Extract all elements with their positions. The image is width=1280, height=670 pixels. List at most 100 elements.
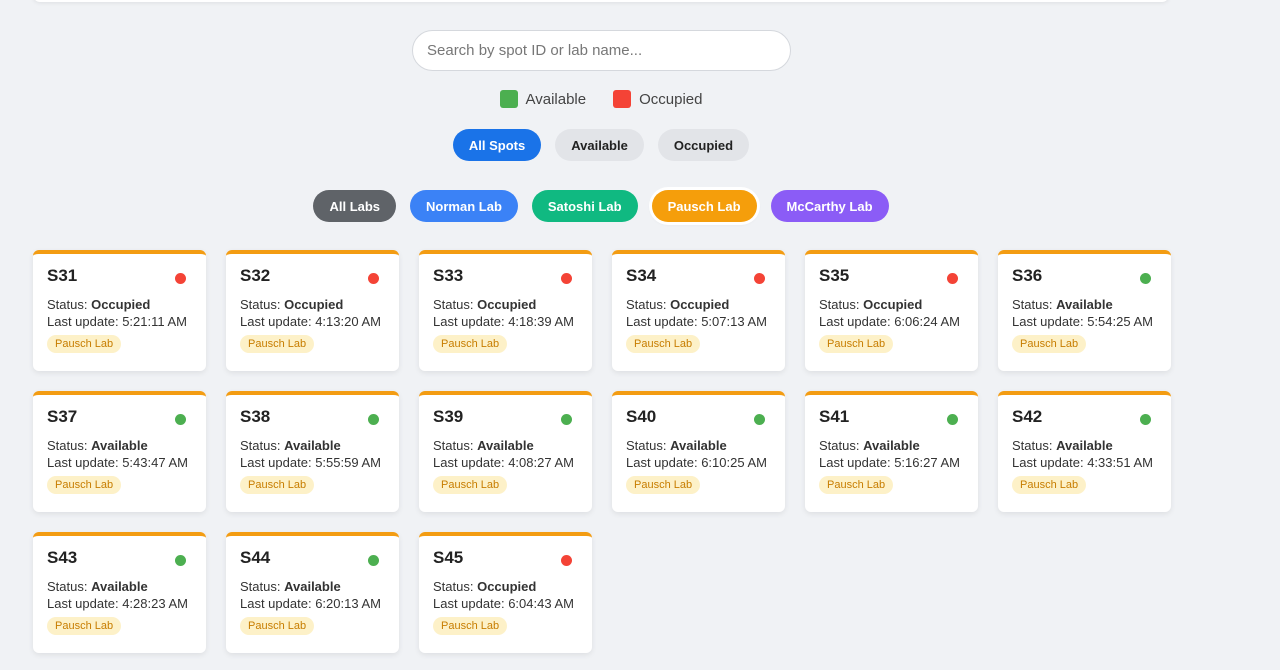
status-label: Status: — [433, 438, 474, 453]
spot-card[interactable]: S36 Status: Available Last update: 5:54:25… — [998, 250, 1171, 371]
spot-id: S44 — [240, 548, 271, 567]
filter-available[interactable]: Available — [555, 129, 644, 161]
filter-all-spots[interactable]: All Spots — [452, 129, 542, 161]
legend-available-label: Available — [525, 90, 587, 108]
spot-id: S41 — [819, 407, 850, 426]
last-update-value: 5:07:13 AM — [701, 314, 767, 329]
spot-id: S45 — [433, 548, 464, 567]
spot-last-update-line: Last update: 5:16:27 AM — [819, 455, 964, 470]
spot-status-line: Status: Available — [433, 438, 578, 453]
spot-card[interactable]: S41 Status: Available Last update: 5:16:27… — [805, 391, 978, 512]
status-value: Occupied — [670, 297, 730, 312]
status-value: Available — [284, 579, 341, 594]
spot-card[interactable]: S32 Status: Occupied Last update: 4:13:20 … — [226, 250, 399, 371]
status-label: Status: — [1012, 438, 1053, 453]
spot-card[interactable]: S31 Status: Occupied Last update: 5:21:11 … — [33, 250, 206, 371]
spot-status-line: Status: Available — [626, 438, 771, 453]
lab-badge: Pausch Lab — [819, 335, 894, 353]
status-dot-icon — [947, 414, 958, 425]
spot-last-update-line: Last update: 4:33:51 AM — [1012, 455, 1157, 470]
legend-occupied: Occupied — [613, 90, 702, 108]
status-value: Available — [670, 438, 727, 453]
spot-id: S40 — [626, 407, 657, 426]
lab-filter-satoshi[interactable]: Satoshi Lab — [531, 190, 638, 222]
last-update-value: 4:08:27 AM — [508, 455, 574, 470]
lab-filter-pausch[interactable]: Pausch Lab — [651, 190, 757, 222]
spot-status-line: Status: Available — [1012, 297, 1157, 312]
lab-filter-norman[interactable]: Norman Lab — [410, 190, 518, 222]
spot-card[interactable]: S40 Status: Available Last update: 6:10:25… — [612, 391, 785, 512]
legend-occupied-label: Occupied — [639, 90, 703, 108]
legend-occupied-swatch — [613, 90, 632, 108]
status-value: Occupied — [477, 297, 537, 312]
status-dot-icon — [368, 555, 379, 566]
lab-badge: Pausch Lab — [433, 335, 508, 353]
status-label: Status: — [819, 438, 860, 453]
spot-last-update-line: Last update: 4:13:20 AM — [240, 314, 385, 329]
spot-card[interactable]: S42 Status: Available Last update: 4:33:51… — [998, 391, 1171, 512]
spot-status-line: Status: Occupied — [433, 579, 578, 594]
last-update-label: Last update: — [626, 314, 698, 329]
status-filter-bar: All Spots Available Occupied — [0, 129, 1202, 161]
status-dot-icon — [561, 414, 572, 425]
last-update-label: Last update: — [433, 596, 505, 611]
status-dot-icon — [754, 414, 765, 425]
spot-last-update-line: Last update: 6:04:43 AM — [433, 596, 578, 611]
spot-status-line: Status: Available — [1012, 438, 1157, 453]
last-update-label: Last update: — [433, 314, 505, 329]
lab-filter-mccarthy[interactable]: McCarthy Lab — [770, 190, 889, 222]
status-label: Status: — [47, 579, 88, 594]
spot-status-line: Status: Occupied — [240, 297, 385, 312]
last-update-label: Last update: — [626, 455, 698, 470]
spot-card[interactable]: S37 Status: Available Last update: 5:43:47… — [33, 391, 206, 512]
spot-card[interactable]: S44 Status: Available Last update: 6:20:13… — [226, 532, 399, 653]
status-value: Available — [91, 579, 148, 594]
status-label: Status: — [240, 579, 281, 594]
spot-card[interactable]: S34 Status: Occupied Last update: 5:07:13 … — [612, 250, 785, 371]
spot-id: S32 — [240, 266, 271, 285]
status-value: Available — [91, 438, 148, 453]
status-dot-icon — [754, 273, 765, 284]
status-label: Status: — [47, 438, 88, 453]
status-value: Occupied — [284, 297, 344, 312]
spot-last-update-line: Last update: 5:43:47 AM — [47, 455, 192, 470]
lab-filter-all[interactable]: All Labs — [313, 190, 397, 222]
spot-card[interactable]: S38 Status: Available Last update: 5:55:59… — [226, 391, 399, 512]
spot-status-line: Status: Occupied — [626, 297, 771, 312]
lab-badge: Pausch Lab — [47, 617, 122, 635]
spot-card[interactable]: S39 Status: Available Last update: 4:08:27… — [419, 391, 592, 512]
last-update-label: Last update: — [240, 314, 312, 329]
search-input[interactable] — [412, 30, 791, 71]
status-dot-icon — [561, 555, 572, 566]
spot-card[interactable]: S33 Status: Occupied Last update: 4:18:39 … — [419, 250, 592, 371]
status-label: Status: — [240, 297, 281, 312]
spot-id: S31 — [47, 266, 78, 285]
spot-status-line: Status: Available — [819, 438, 964, 453]
spot-card[interactable]: S43 Status: Available Last update: 4:28:23… — [33, 532, 206, 653]
status-value: Available — [1056, 438, 1113, 453]
status-value: Available — [1056, 297, 1113, 312]
spot-card[interactable]: S35 Status: Occupied Last update: 6:06:24 … — [805, 250, 978, 371]
lab-badge: Pausch Lab — [240, 617, 315, 635]
lab-badge: Pausch Lab — [626, 476, 701, 494]
lab-badge: Pausch Lab — [47, 476, 122, 494]
status-dot-icon — [175, 273, 186, 284]
spot-id: S36 — [1012, 266, 1043, 285]
spot-id: S35 — [819, 266, 850, 285]
filter-occupied[interactable]: Occupied — [657, 129, 750, 161]
spot-id: S33 — [433, 266, 464, 285]
status-dot-icon — [175, 555, 186, 566]
lab-badge: Pausch Lab — [433, 617, 508, 635]
spot-last-update-line: Last update: 4:08:27 AM — [433, 455, 578, 470]
spot-id: S42 — [1012, 407, 1043, 426]
last-update-value: 5:16:27 AM — [894, 455, 960, 470]
spot-id: S34 — [626, 266, 657, 285]
status-label: Status: — [433, 579, 474, 594]
status-dot-icon — [1140, 414, 1151, 425]
status-value: Occupied — [477, 579, 537, 594]
spot-id: S39 — [433, 407, 464, 426]
lab-badge: Pausch Lab — [1012, 335, 1087, 353]
last-update-value: 5:43:47 AM — [122, 455, 188, 470]
last-update-value: 5:21:11 AM — [122, 314, 187, 329]
spot-card[interactable]: S45 Status: Occupied Last update: 6:04:43 … — [419, 532, 592, 653]
